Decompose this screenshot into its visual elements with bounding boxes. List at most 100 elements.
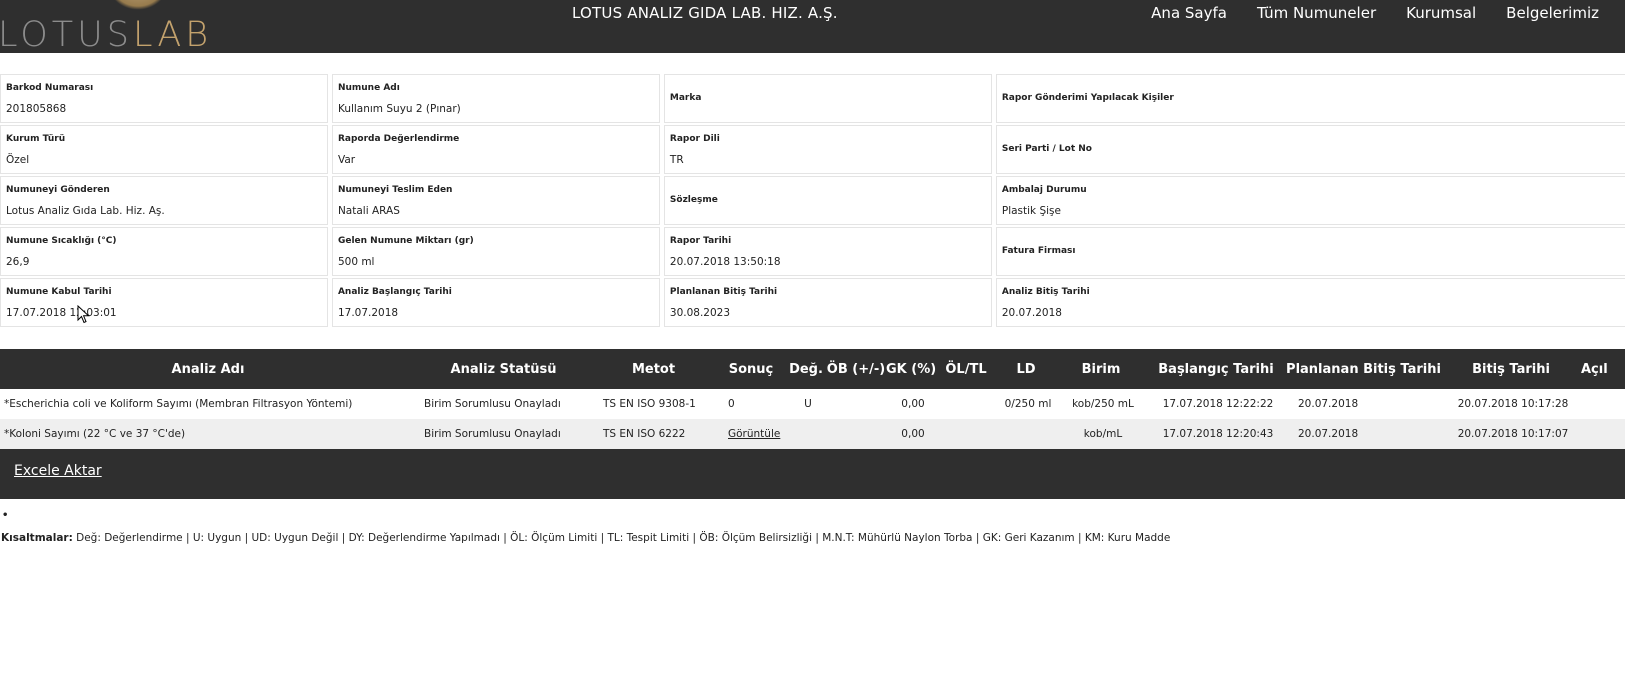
end-date-cell: 20.07.2018 10:17:28 [1457,398,1569,410]
column-header[interactable]: LD [996,349,1056,389]
column-header[interactable]: ÖB (+/-) [826,349,886,389]
field-label: Gelen Numune Miktarı (gr) [337,236,474,246]
method-cell: TS EN ISO 9308-1 [603,398,696,410]
analysis-name-cell: *Koloni Sayımı (22 °C ve 37 °C'de) [4,428,186,440]
field-label: Ambalaj Durumu [1001,185,1087,195]
nav-link-documents[interactable]: Belgelerimiz [1506,4,1599,22]
field-label: Numuneyi Teslim Eden [337,185,453,195]
info-row: Barkod Numarası 201805868 Numune Adı Kulla… [0,74,1625,125]
ld-cell [996,419,1056,449]
field-label: Numune Adı [337,83,400,93]
table-header-row: Analiz Adı Analiz Statüsü Metot Sonuç De… [0,349,1625,389]
column-header[interactable]: Analiz Statüsü [416,349,591,389]
field-label: Analiz Başlangıç Tarihi [337,287,452,297]
recovery-cell: 0,00 [901,398,925,410]
field-label: Rapor Gönderimi Yapılacak Kişiler [1001,93,1174,103]
abbreviations-title: Kısaltmalar: [1,532,73,544]
info-cell-lot-number: Seri Parti / Lot No [995,125,1625,174]
info-row: Numune Sıcaklığı (°C) 26,9 Gelen Numune M… [0,227,1625,278]
site-title: LOTUS ANALIZ GIDA LAB. HIZ. A.Ş. [572,4,838,22]
info-cell-report-language: Rapor Dili TR [663,125,992,174]
method-cell: TS EN ISO 6222 [603,428,686,440]
info-cell-delivered-by: Numuneyi Teslim Eden Natali ARAS [331,176,660,225]
info-cell-report-date: Rapor Tarihi 20.07.2018 13:50:18 [663,227,992,276]
info-cell-barcode: Barkod Numarası 201805868 [0,74,328,123]
column-header[interactable]: Metot [591,349,716,389]
open-cell[interactable] [1581,389,1625,419]
field-value: 30.08.2023 [669,307,731,319]
info-cell-planned-end-date: Planlanan Bitiş Tarihi 30.08.2023 [663,278,992,327]
abbreviations-legend: Kısaltmalar: Değ: Değerlendirme | U: Uyg… [1,532,1170,544]
field-value: Kullanım Suyu 2 (Pınar) [337,103,461,115]
info-row: Numune Kabul Tarihi 17.07.2018 12:03:01 A… [0,278,1625,329]
table-row: *Koloni Sayımı (22 °C ve 37 °C'de) Birim… [0,419,1625,449]
info-cell-sample-name: Numune Adı Kullanım Suyu 2 (Pınar) [331,74,660,123]
column-header[interactable]: Bitiş Tarihi [1441,349,1581,389]
info-cell-sample-temperature: Numune Sıcaklığı (°C) 26,9 [0,227,328,276]
field-label: Analiz Bitiş Tarihi [1001,287,1090,297]
unit-cell: kob/mL [1083,428,1123,440]
column-header[interactable]: Birim [1056,349,1146,389]
view-result-link[interactable]: Görüntüle [716,419,786,449]
column-header[interactable]: Planlanan Bitiş Tarihi [1286,349,1441,389]
info-cell-sample-amount: Gelen Numune Miktarı (gr) 500 ml [331,227,660,276]
column-header[interactable]: ÖL/TL [936,349,996,389]
field-value: Özel [6,154,30,166]
planned-end-date-cell: 20.07.2018 [1298,428,1359,440]
field-label: Kurum Türü [6,134,66,144]
field-label: Seri Parti / Lot No [1001,144,1092,154]
field-label: Rapor Dili [669,134,720,144]
info-cell-report-recipients: Rapor Gönderimi Yapılacak Kişiler [995,74,1625,123]
recovery-cell: 0,00 [901,428,925,440]
field-value: 500 ml [337,256,375,268]
field-value: 26,9 [6,256,30,268]
column-header[interactable]: Başlangıç Tarihi [1146,349,1286,389]
field-value: Var [337,154,356,166]
open-cell[interactable] [1581,419,1625,449]
field-label: Numune Sıcaklığı (°C) [6,236,117,246]
info-row: Numuneyi Gönderen Lotus Analiz Gıda Lab. … [0,176,1625,227]
field-value: Lotus Analiz Gıda Lab. Hiz. Aş. [6,205,165,217]
analysis-status-cell: Birim Sorumlusu Onayladı [424,398,561,410]
field-label: Planlanan Bitiş Tarihi [669,287,778,297]
limit-cell [936,389,996,419]
mouse-cursor-icon [77,305,90,324]
info-cell-contract: Sözleşme [663,176,992,225]
lotus-emblem-icon [108,0,168,10]
nav-link-home[interactable]: Ana Sayfa [1151,4,1227,22]
column-header[interactable]: Analiz Adı [0,349,416,389]
top-navigation-bar: LOTUSLAB LOTUS ANALIZ GIDA LAB. HIZ. A.Ş… [0,0,1625,53]
limit-cell [936,419,996,449]
field-label: Raporda Değerlendirme [337,134,460,144]
column-header[interactable]: Değ. [786,349,826,389]
field-value: Natali ARAS [337,205,400,217]
export-to-excel-link[interactable]: Excele Aktar [14,463,102,479]
info-row: Kurum Türü Özel Raporda Değerlendirme Var … [0,125,1625,176]
logo-wordmark: LOTUSLAB [0,15,213,53]
field-label: Fatura Firması [1001,246,1076,256]
export-bar: Excele Aktar [0,449,1625,499]
field-label: Barkod Numarası [6,83,94,93]
sample-info-grid: Barkod Numarası 201805868 Numune Adı Kulla… [0,74,1625,329]
info-cell-analysis-end-date: Analiz Bitiş Tarihi 20.07.2018 [995,278,1625,327]
lotuslab-logo[interactable]: LOTUSLAB [0,0,270,53]
field-label: Sözleşme [669,195,718,205]
evaluation-cell [786,419,826,449]
info-cell-acceptance-date: Numune Kabul Tarihi 17.07.2018 12:03:01 [0,278,328,327]
field-label: Rapor Tarihi [669,236,732,246]
info-cell-packaging: Ambalaj Durumu Plastik Şişe [995,176,1625,225]
field-value: Plastik Şişe [1001,205,1061,217]
field-value: 20.07.2018 [1001,307,1062,319]
start-date-cell: 17.07.2018 12:20:43 [1162,428,1274,440]
nav-link-all-samples[interactable]: Tüm Numuneler [1257,4,1376,22]
column-header[interactable]: Sonuç [716,349,786,389]
field-value: 201805868 [6,103,67,115]
nav-link-corporate[interactable]: Kurumsal [1406,4,1476,22]
analysis-name-cell: *Escherichia coli ve Koliform Sayımı (Me… [4,398,353,410]
column-header[interactable]: Açıl [1581,349,1625,389]
planned-end-date-cell: 20.07.2018 [1298,398,1359,410]
column-header[interactable]: GK (%) [886,349,936,389]
info-cell-invoice-company: Fatura Firması [995,227,1625,276]
field-value: 17.07.2018 [337,307,399,319]
analysis-status-cell: Birim Sorumlusu Onayladı [424,428,561,440]
